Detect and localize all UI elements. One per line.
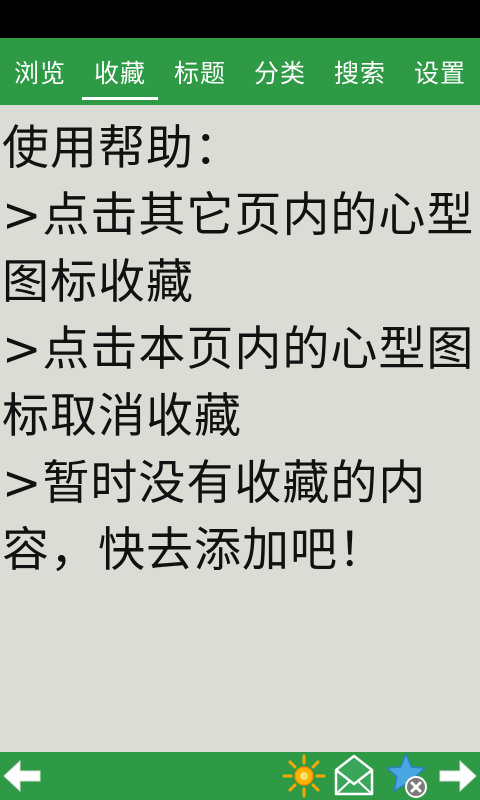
star-remove-icon[interactable]	[384, 752, 430, 800]
tab-label: 标题	[173, 58, 226, 88]
tab-categories[interactable]: 分类	[240, 38, 320, 105]
tab-titles[interactable]: 标题	[160, 38, 240, 105]
tab-settings[interactable]: 设置	[400, 38, 480, 105]
tab-label: 收藏	[93, 58, 146, 88]
help-line-remove: >点击本页内的心型图标取消收藏	[2, 322, 475, 444]
bottom-toolbar	[0, 752, 480, 800]
help-line-add: >点击其它页内的心型图标收藏	[2, 188, 475, 310]
tab-label: 设置	[413, 58, 466, 88]
tab-favorites[interactable]: 收藏	[80, 38, 160, 105]
help-title: 使用帮助：	[2, 121, 242, 176]
tab-label: 搜索	[333, 58, 386, 88]
mail-icon[interactable]	[333, 752, 375, 798]
arrow-left-icon[interactable]	[0, 754, 44, 798]
status-bar	[0, 0, 480, 38]
sun-icon[interactable]	[282, 754, 326, 798]
tab-browse[interactable]: 浏览	[0, 38, 80, 105]
help-line-empty: >暂时没有收藏的内容，快去添加吧！	[2, 456, 427, 578]
tab-label: 浏览	[13, 58, 66, 88]
tab-label: 分类	[253, 58, 306, 88]
help-content: 使用帮助： >点击其它页内的心型图标收藏 >点击本页内的心型图标取消收藏 >暂时…	[0, 105, 480, 752]
tab-search[interactable]: 搜索	[320, 38, 400, 105]
arrow-right-icon[interactable]	[436, 754, 480, 798]
tab-bar: 浏览 收藏 标题 分类 搜索 设置	[0, 38, 480, 105]
